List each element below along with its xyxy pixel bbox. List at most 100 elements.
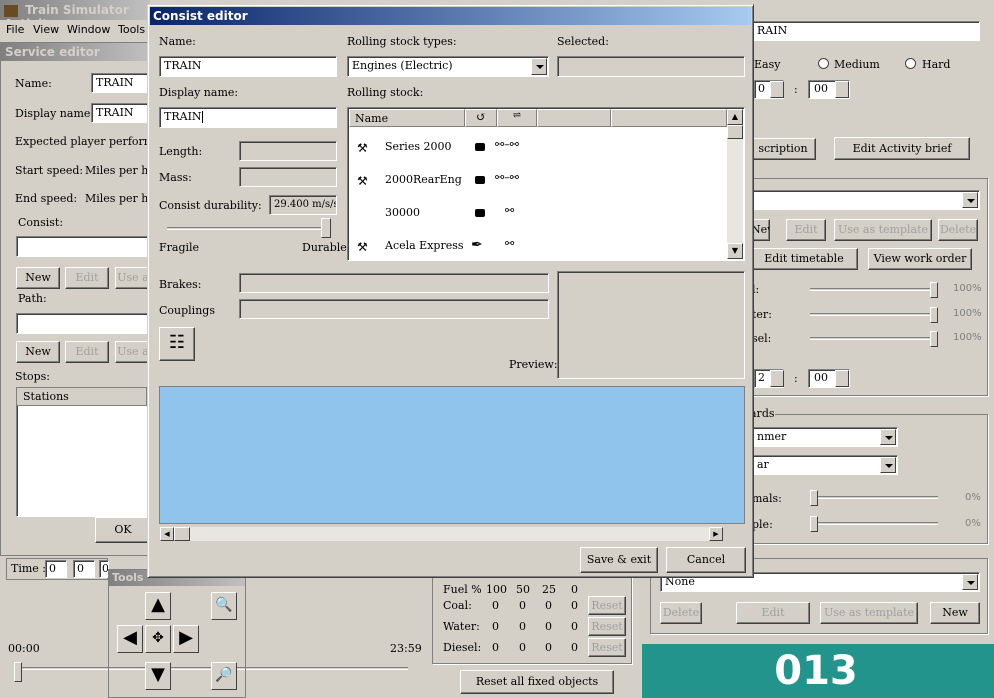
coal-reset-button[interactable]: Reset <box>588 596 626 615</box>
se-path-edit-button[interactable]: Edit <box>65 341 109 363</box>
menu-view[interactable]: View <box>33 23 59 36</box>
menu-tools[interactable]: Tools <box>118 23 145 36</box>
time-label: Time : <box>11 562 46 575</box>
difficulty-medium-radio[interactable] <box>818 58 829 69</box>
move-right-icon[interactable]: ▶ <box>173 625 199 653</box>
rs-row-2-name: 30000 <box>385 206 420 219</box>
ce-display-name-field[interactable]: TRAIN <box>159 107 337 128</box>
rs-header-row: Name ↺ ⇌ <box>349 109 727 127</box>
people-slider[interactable] <box>810 516 818 532</box>
ce-scroll-right-icon[interactable]: ▶ <box>709 527 723 541</box>
se-stops-list[interactable]: Stations <box>16 387 150 517</box>
diesel-reset-button[interactable]: Reset <box>588 638 626 657</box>
animals-slider[interactable] <box>810 490 818 506</box>
ce-3d-preview[interactable] <box>159 386 745 524</box>
ce-name-field[interactable]: TRAIN <box>159 56 337 77</box>
timeline-slider[interactable] <box>14 662 22 682</box>
traffic-delete-button[interactable]: Delete <box>660 602 702 624</box>
engine-icon <box>475 176 485 184</box>
people-pct: 0% <box>965 518 981 529</box>
se-consist-edit-button[interactable]: Edit <box>65 267 109 289</box>
traffic-use-template-button[interactable]: Use as template <box>820 602 918 624</box>
reset-all-fixed-objects-button[interactable]: Reset all fixed objects <box>460 670 614 694</box>
se-path-combo[interactable] <box>16 313 150 334</box>
edit-activity-brief-button[interactable]: Edit Activity brief <box>834 137 970 160</box>
activity-name-field[interactable]: RAIN <box>752 21 980 41</box>
season-combo[interactable]: nmer <box>752 427 898 447</box>
rs-scroll-down-icon[interactable]: ▼ <box>727 243 743 259</box>
ce-rolling-types-arrow[interactable] <box>531 58 547 75</box>
difficulty-hard-radio[interactable] <box>905 58 916 69</box>
ce-scroll-left-icon[interactable]: ◀ <box>160 527 174 541</box>
rs-scroll-up-icon[interactable]: ▲ <box>727 109 743 125</box>
ce-hscrollbar[interactable]: ◀ ▶ <box>159 526 724 542</box>
se-consist-new-button[interactable]: New <box>16 267 60 289</box>
rs-col-name[interactable]: Name <box>349 109 465 127</box>
start-minute-spin[interactable] <box>835 81 849 98</box>
diesel-row-label: Diesel: <box>443 641 482 654</box>
zoom-out-icon[interactable]: 🔎 <box>211 662 237 690</box>
rs-col-blank2[interactable] <box>611 109 727 127</box>
move-down-icon[interactable]: ▼ <box>145 662 171 690</box>
time-minute-field[interactable]: 0 <box>73 560 95 578</box>
rs-row-3[interactable]: ⚒ Acela Express ✒ ⚯ <box>349 232 727 260</box>
se-ok-button[interactable]: OK <box>95 517 151 543</box>
weather-combo[interactable]: ar <box>752 455 898 475</box>
se-path-use-button[interactable]: Use a <box>115 341 151 363</box>
rs-row-1-name: 2000RearEng <box>385 173 462 186</box>
end-hour-spin[interactable] <box>770 370 784 387</box>
se-name-field[interactable]: TRAIN <box>91 73 149 93</box>
rs-row-0[interactable]: ⚒ Series 2000 ⚯–⚯ <box>349 133 727 165</box>
water-reset-button[interactable]: Reset <box>588 617 626 636</box>
se-display-name-field[interactable]: TRAIN <box>91 103 149 123</box>
traffic-edit-button[interactable]: Edit <box>736 602 810 624</box>
ce-rolling-types-label: Rolling stock types: <box>347 35 457 48</box>
zoom-in-icon[interactable]: 🔍 <box>211 592 237 620</box>
se-consist-use-button[interactable]: Use a <box>115 267 151 289</box>
ce-rolling-types-combo[interactable]: Engines (Electric) <box>347 56 549 77</box>
ce-rolling-stock-list[interactable]: Name ↺ ⇌ ⚒ Series 2000 ⚯–⚯ ⚒ 2000RearEng… <box>347 107 745 261</box>
water-v2: 0 <box>545 620 552 633</box>
diesel-label: sel: <box>752 332 772 345</box>
rs-row-2[interactable]: 30000 ⚯ <box>349 199 727 231</box>
ce-name-label: Name: <box>159 35 196 48</box>
fuel-slider[interactable] <box>930 282 938 298</box>
end-minute-spin[interactable] <box>835 370 849 387</box>
start-hour-spin[interactable] <box>770 81 784 98</box>
diesel-v0: 0 <box>492 641 499 654</box>
menu-file[interactable]: File <box>6 23 24 36</box>
ce-scroll-thumb[interactable] <box>174 527 190 541</box>
rs-scroll-thumb[interactable] <box>727 125 743 139</box>
rs-col-reverse-icon[interactable]: ↺ <box>465 109 497 127</box>
ps-use-template-button[interactable]: Use as template <box>834 219 932 241</box>
traffic-new-button[interactable]: New <box>930 602 980 624</box>
ps-delete-button[interactable]: Delete <box>938 219 978 241</box>
rs-col-blank[interactable] <box>537 109 611 127</box>
coal-v3: 0 <box>571 599 578 612</box>
edit-timetable-button[interactable]: Edit timetable <box>750 248 858 270</box>
diesel-slider[interactable] <box>930 331 938 347</box>
center-move-icon[interactable]: ✥ <box>145 625 171 653</box>
move-left-icon[interactable]: ◀ <box>117 625 143 653</box>
player-service-combo[interactable] <box>752 190 980 210</box>
se-path-new-button[interactable]: New <box>16 341 60 363</box>
rs-vscrollbar[interactable]: ▲ ▼ <box>727 109 743 259</box>
se-consist-combo[interactable] <box>16 236 150 257</box>
water-slider[interactable] <box>930 307 938 323</box>
rs-row-1[interactable]: ⚒ 2000RearEng ⚯–⚯ <box>349 166 727 198</box>
view-work-order-button[interactable]: View work order <box>868 248 972 270</box>
ce-durability-slider[interactable] <box>321 218 331 238</box>
description-button[interactable]: scription <box>750 138 816 160</box>
difficulty-easy-label: Easy <box>754 58 781 71</box>
ps-edit-button[interactable]: Edit <box>786 219 826 241</box>
rs-col-coupler-icon[interactable]: ⇌ <box>497 109 537 127</box>
stations-column-header[interactable]: Stations <box>17 388 147 406</box>
ce-cancel-button[interactable]: Cancel <box>666 547 746 573</box>
menu-window[interactable]: Window <box>67 23 110 36</box>
move-up-icon[interactable]: ▲ <box>145 592 171 620</box>
coal-v0: 0 <box>492 599 499 612</box>
ce-loco-thumbnail-icon[interactable]: ☷ <box>159 327 195 361</box>
water-label: ter: <box>752 308 772 321</box>
time-hour-field[interactable]: 0 <box>45 560 67 578</box>
ce-save-exit-button[interactable]: Save & exit <box>580 547 658 573</box>
